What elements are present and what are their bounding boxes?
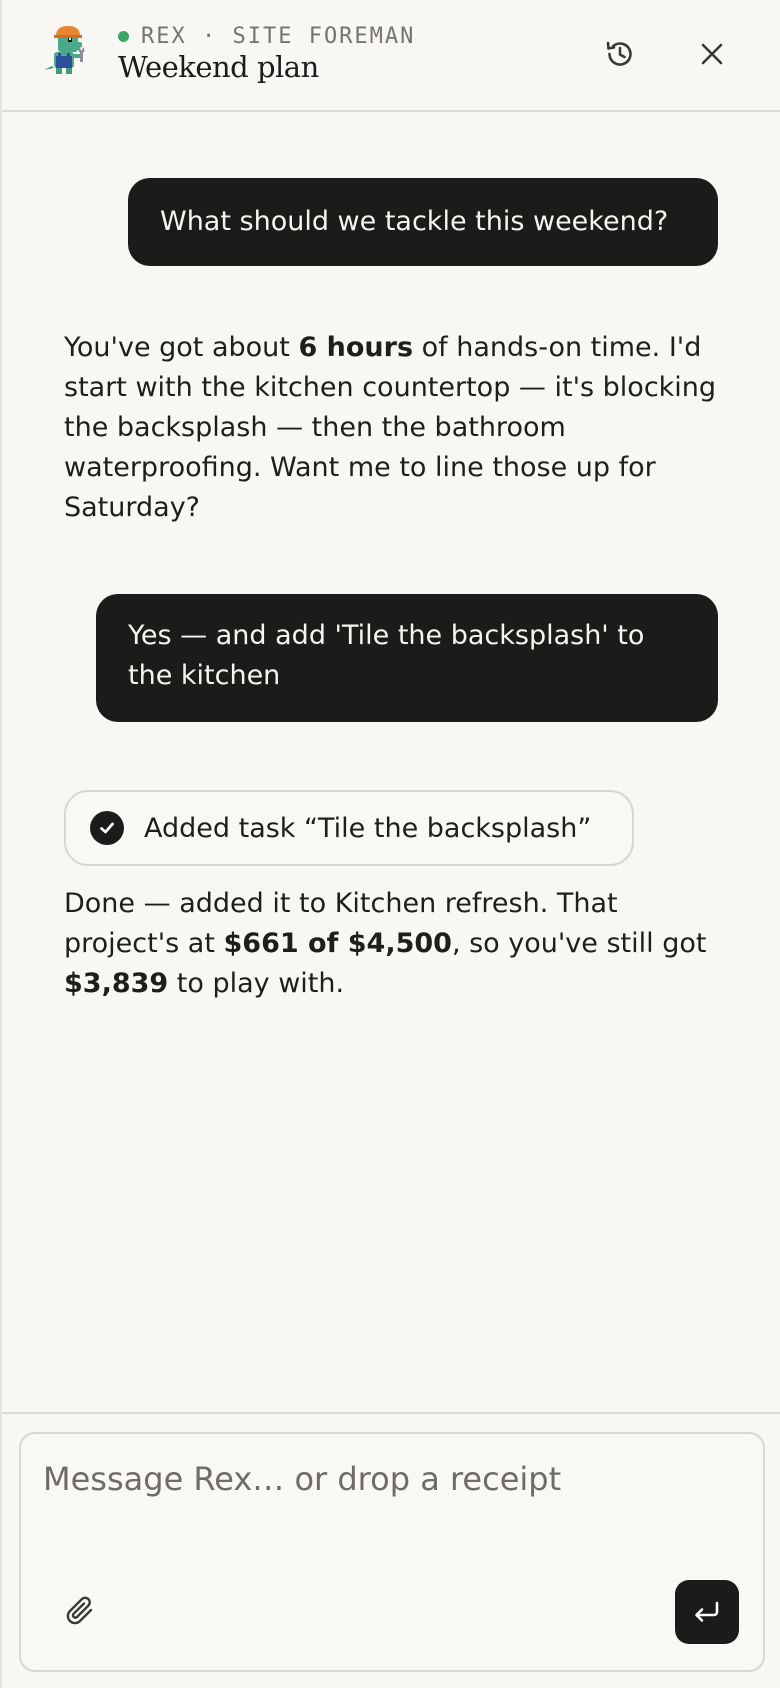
assistant-role-label: REX · SITE FOREMAN: [118, 22, 415, 50]
online-status-dot: [118, 30, 129, 42]
chat-header: REX · SITE FOREMAN Weekend plan: [2, 0, 780, 112]
send-button[interactable]: [675, 1580, 739, 1644]
history-button[interactable]: [598, 32, 642, 76]
user-message: Yes — and add 'Tile the backsplash' to t…: [96, 594, 718, 722]
task-added-label: Added task “Tile the backsplash”: [144, 812, 592, 844]
task-added-chip: Added task “Tile the backsplash”: [64, 790, 634, 866]
paperclip-icon: [66, 1596, 93, 1625]
close-icon: [701, 43, 723, 65]
attach-button[interactable]: [61, 1590, 101, 1634]
close-button[interactable]: [690, 32, 734, 76]
assistant-role-text: REX · SITE FOREMAN: [141, 23, 416, 49]
user-message: What should we tackle this weekend?: [128, 178, 718, 266]
message-input[interactable]: [43, 1460, 733, 1570]
composer-divider: [2, 1412, 780, 1414]
history-icon: [606, 41, 632, 66]
enter-icon: [695, 1601, 719, 1622]
chat-panel: REX · SITE FOREMAN Weekend plan What sho…: [2, 0, 780, 1688]
rex-avatar: [42, 24, 94, 76]
conversation-title: Weekend plan: [118, 50, 319, 84]
assistant-message: Done — added it to Kitchen refresh. That…: [64, 888, 707, 999]
message-composer: [19, 1432, 765, 1672]
check-circle-icon: [90, 811, 124, 845]
assistant-message: You've got about 6 hours of hands-on tim…: [64, 332, 717, 523]
